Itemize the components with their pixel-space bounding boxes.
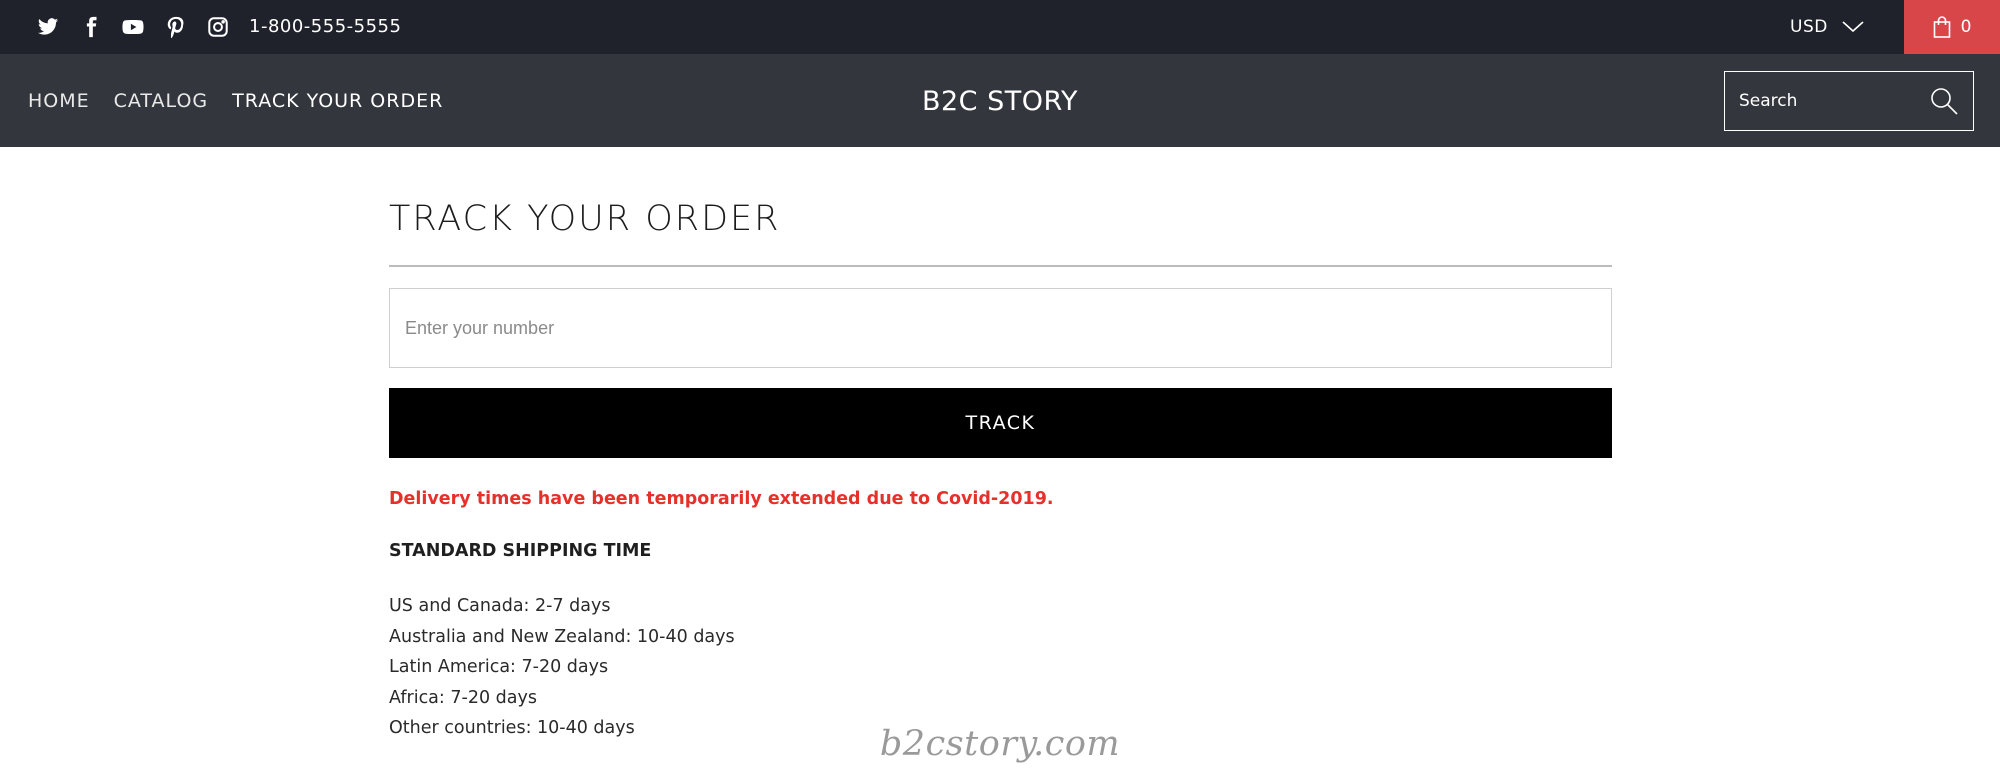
search-icon[interactable] bbox=[1929, 86, 1959, 116]
nav-link-track-your-order[interactable]: TRACK YOUR ORDER bbox=[232, 90, 443, 112]
order-number-input[interactable] bbox=[389, 288, 1612, 368]
twitter-icon[interactable] bbox=[36, 15, 60, 39]
pinterest-icon[interactable] bbox=[164, 15, 188, 39]
cart-count: 0 bbox=[1960, 17, 1972, 37]
search-input[interactable] bbox=[1725, 72, 1925, 129]
nav-link-home[interactable]: HOME bbox=[28, 90, 90, 112]
currency-selector[interactable]: USD bbox=[1790, 0, 1864, 54]
main-navigation-bar: HOME CATALOG TRACK YOUR ORDER B2C STORY bbox=[0, 54, 2000, 147]
primary-nav: HOME CATALOG TRACK YOUR ORDER bbox=[28, 54, 467, 147]
instagram-icon[interactable] bbox=[206, 15, 230, 39]
track-button[interactable]: TRACK bbox=[389, 388, 1612, 458]
currency-label: USD bbox=[1790, 17, 1828, 37]
watermark: b2cstory.com bbox=[879, 724, 1121, 764]
shipping-time-list: US and Canada: 2-7 days Australia and Ne… bbox=[389, 591, 735, 744]
shopping-bag-icon bbox=[1933, 16, 1950, 38]
site-logo[interactable]: B2C STORY bbox=[922, 86, 1078, 117]
delivery-notice: Delivery times have been temporarily ext… bbox=[389, 489, 1054, 509]
top-utility-bar: 1-800-555-5555 USD 0 bbox=[0, 0, 2000, 54]
youtube-icon[interactable] bbox=[121, 15, 145, 39]
facebook-icon[interactable] bbox=[79, 15, 103, 39]
list-item: Australia and New Zealand: 10-40 days bbox=[389, 626, 735, 647]
title-divider bbox=[389, 265, 1612, 267]
nav-link-catalog[interactable]: CATALOG bbox=[114, 90, 209, 112]
list-item: Latin America: 7-20 days bbox=[389, 657, 609, 678]
cart-button[interactable]: 0 bbox=[1904, 0, 2000, 54]
list-item: US and Canada: 2-7 days bbox=[389, 596, 611, 616]
chevron-down-icon bbox=[1842, 21, 1864, 33]
page-title: TRACK YOUR ORDER bbox=[389, 199, 781, 239]
search-box bbox=[1724, 71, 1974, 131]
phone-number[interactable]: 1-800-555-5555 bbox=[249, 0, 401, 54]
list-item: Africa: 7-20 days bbox=[389, 687, 537, 708]
shipping-time-heading: STANDARD SHIPPING TIME bbox=[389, 541, 652, 561]
